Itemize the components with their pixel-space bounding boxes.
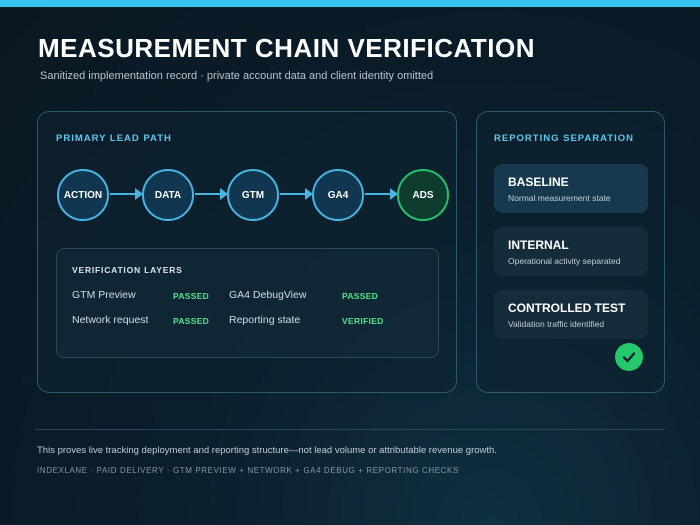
- reporting-card-title: INTERNAL: [508, 238, 569, 252]
- reporting-card-title: CONTROLLED TEST: [508, 301, 626, 315]
- verification-label-reporting-state: Reporting state: [229, 314, 301, 326]
- verification-status-badge: PASSED: [173, 316, 210, 326]
- flow-node-action: ACTION: [57, 169, 109, 221]
- footer-note: This proves live tracking deployment and…: [37, 445, 497, 456]
- footer-meta: INDEXLANE · PAID DELIVERY · GTM PREVIEW …: [37, 466, 459, 475]
- flow-node-data: DATA: [142, 169, 194, 221]
- check-circle-icon: [615, 343, 643, 371]
- verification-layers-box: VERIFICATION LAYERS GTM Preview PASSED N…: [56, 248, 439, 358]
- verification-label-network-request: Network request: [72, 314, 149, 326]
- primary-lead-path-panel: PRIMARY LEAD PATH ACTION DATA GTM GA4 AD…: [37, 111, 457, 393]
- verification-label-ga4-debugview: GA4 DebugView: [229, 289, 307, 301]
- reporting-card-controlled-test: CONTROLLED TEST Validation traffic ident…: [494, 290, 648, 339]
- reporting-card-title: BASELINE: [508, 175, 569, 189]
- reporting-separation-panel: REPORTING SEPARATION BASELINE Normal mea…: [476, 111, 665, 393]
- flow-arrow: [110, 188, 143, 200]
- verification-status-badge: VERIFIED: [342, 316, 384, 326]
- page-title: MEASUREMENT CHAIN VERIFICATION: [38, 33, 535, 63]
- verification-status-badge: PASSED: [342, 291, 379, 301]
- footer-divider: [35, 429, 665, 430]
- reporting-card-subtitle: Normal measurement state: [508, 193, 611, 203]
- flow-node-gtm: GTM: [227, 169, 279, 221]
- verification-status-badge: PASSED: [173, 291, 210, 301]
- verification-layers-heading: VERIFICATION LAYERS: [72, 265, 183, 275]
- flow-arrow: [280, 188, 313, 200]
- top-accent-bar: [0, 0, 700, 7]
- page-subtitle: Sanitized implementation record · privat…: [40, 70, 434, 82]
- flow-node-ads: ADS: [397, 169, 449, 221]
- reporting-card-subtitle: Operational activity separated: [508, 256, 621, 266]
- flow-arrow: [195, 188, 228, 200]
- flow-node-ga4: GA4: [312, 169, 364, 221]
- verification-label-gtm-preview: GTM Preview: [72, 289, 136, 301]
- reporting-card-subtitle: Validation traffic identified: [508, 319, 605, 329]
- reporting-card-internal: INTERNAL Operational activity separated: [494, 227, 648, 276]
- reporting-separation-heading: REPORTING SEPARATION: [494, 133, 634, 144]
- flow-arrow: [365, 188, 398, 200]
- reporting-card-baseline: BASELINE Normal measurement state: [494, 164, 648, 213]
